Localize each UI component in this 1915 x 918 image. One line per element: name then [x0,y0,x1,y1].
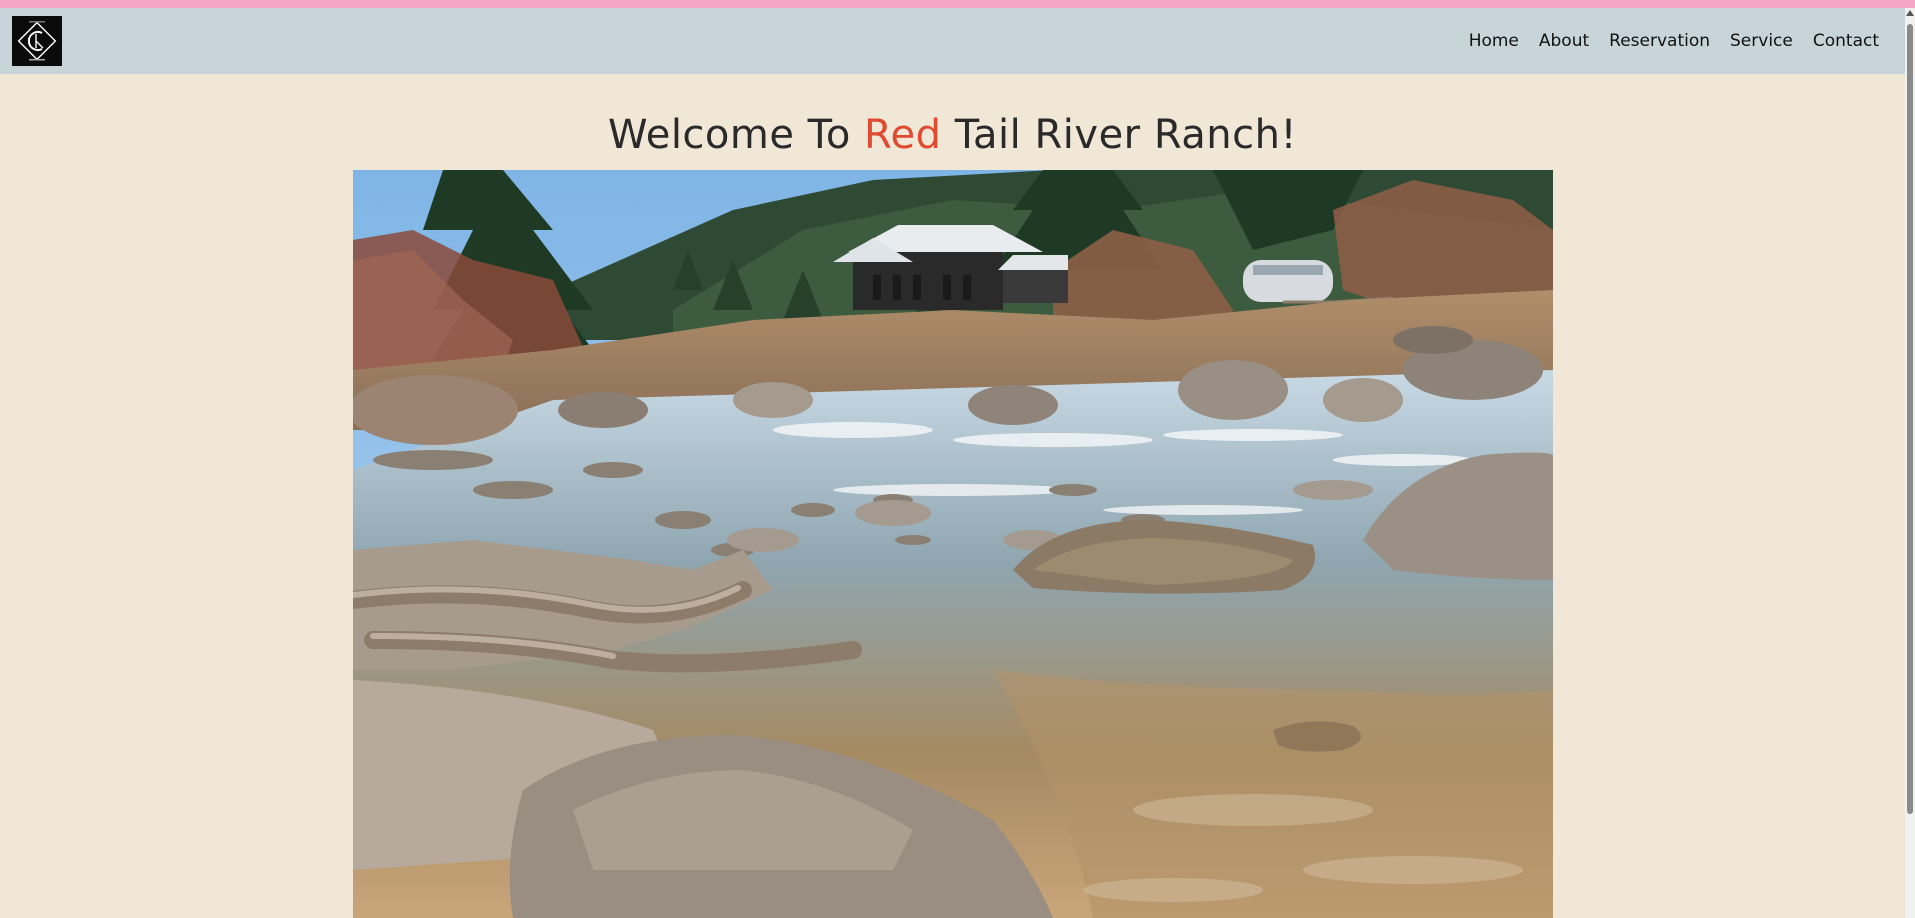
title-text-end: Tail River Ranch! [941,112,1297,158]
top-accent-strip [0,0,1915,8]
title-text-start: Welcome To [608,112,865,158]
scroll-up-icon[interactable] [1906,10,1914,16]
scroll-thumb[interactable] [1907,24,1913,814]
ranch-logo-icon[interactable] [12,16,62,66]
nav-home[interactable]: Home [1469,31,1519,51]
nav-reservation[interactable]: Reservation [1609,31,1710,51]
title-accent-word: Red [864,112,942,158]
page-scrollbar[interactable] [1905,8,1915,918]
hero-image [353,170,1553,918]
page-title: Welcome To Red Tail River Ranch! [0,112,1905,158]
main-nav: Home About Reservation Service Contact [1469,8,1879,74]
river-ranch-photo [353,170,1553,918]
nav-service[interactable]: Service [1730,31,1793,51]
navbar: Home About Reservation Service Contact [0,8,1905,74]
nav-contact[interactable]: Contact [1813,31,1879,51]
nav-about[interactable]: About [1539,31,1589,51]
